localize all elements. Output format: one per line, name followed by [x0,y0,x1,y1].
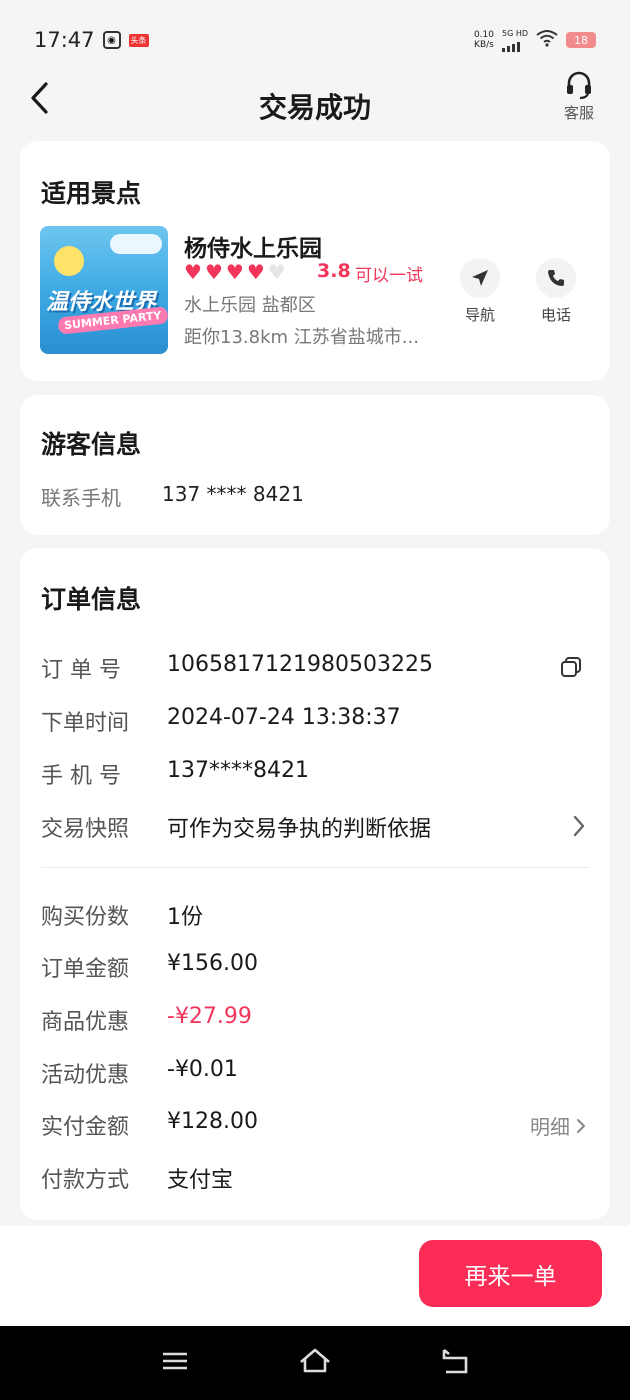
order-no-label: 订 单 号 [41,658,121,683]
message-app-icon: ◉ [102,31,121,49]
pay-method-label: 付款方式 [41,1168,130,1193]
paid-value: ¥128.00 [167,1109,258,1134]
net-speed: 0.10 KB/s [473,30,494,50]
heart-icon: ♥ [204,260,223,284]
order-card: 订单信息 订 单 号 1065817121980503225 下单时间 2024… [20,548,610,1220]
system-nav-bar [0,1326,630,1400]
customer-service-button[interactable]: 客服 [558,70,600,123]
order-no-value: 1065817121980503225 [167,652,433,677]
order-section-title: 订单信息 [41,585,142,614]
toutiao-app-icon: 头条 [128,33,149,47]
call-button[interactable]: 电话 [531,258,581,325]
rating-hearts: ♥ ♥ ♥ ♥ ♥ [184,260,286,284]
order-phone-value: 137****8421 [167,758,309,783]
menu-icon[interactable] [160,1346,190,1380]
scenic-card: 适用景点 温侍水世界 SUMMER PARTY 杨侍水上乐园 ♥ ♥ ♥ ♥ ♥… [20,141,610,381]
battery-icon: 18 [566,32,596,48]
guest-phone-label: 联系手机 [41,486,121,510]
wifi-icon [536,29,558,51]
nav-header: 交易成功 客服 [0,64,630,144]
goods-discount-label: 商品优惠 [41,1010,130,1035]
order-time-value: 2024-07-24 13:38:37 [167,705,401,730]
scenic-distance-address: 距你13.8km 江苏省盐城市... [184,327,419,348]
pay-method-value: 支付宝 [167,1168,234,1193]
chevron-right-icon[interactable] [572,814,586,842]
status-time: 17:47 [34,28,95,52]
back-nav-icon[interactable] [440,1346,470,1380]
chevron-right-icon [577,1118,586,1133]
bottom-action-bar: 再来一单 [0,1226,630,1326]
heart-empty-icon: ♥ [267,260,286,284]
home-icon[interactable] [298,1346,332,1380]
guest-phone-value: 137 **** 8421 [162,482,304,506]
heart-icon: ♥ [246,260,265,284]
scenic-section-title: 适用景点 [41,179,142,208]
signal-icon: 5G HD [501,29,528,52]
rating-score: 3.8 [317,260,351,282]
phone-icon [548,270,564,286]
amount-label: 订单金额 [41,957,130,982]
guest-section-title: 游客信息 [41,430,142,459]
divider [41,867,590,868]
navigation-arrow-icon [472,270,488,286]
rating-text: 可以一试 [355,266,423,286]
snapshot-value[interactable]: 可作为交易争执的判断依据 [167,811,431,843]
order-time-label: 下单时间 [41,711,130,736]
heart-icon: ♥ [225,260,244,284]
copy-icon[interactable] [560,656,582,682]
heart-icon: ♥ [184,260,202,284]
qty-value: 1份 [167,905,203,930]
scenic-name[interactable]: 杨侍水上乐园 [184,229,322,263]
paid-label: 实付金额 [41,1115,130,1140]
goods-discount-value: -¥27.99 [167,1004,252,1029]
qty-label: 购买份数 [41,905,130,930]
scenic-thumbnail[interactable]: 温侍水世界 SUMMER PARTY [40,226,168,354]
snapshot-label: 交易快照 [41,817,130,842]
navigate-button[interactable]: 导航 [455,258,505,325]
scenic-type-area: 水上乐园 盐都区 [184,295,316,316]
order-again-button[interactable]: 再来一单 [419,1240,602,1307]
price-detail-link[interactable]: 明细 [530,1111,586,1140]
headset-icon [567,71,591,100]
guest-card: 游客信息 联系手机 137 **** 8421 [20,395,610,535]
page-title: 交易成功 [258,91,371,124]
activity-discount-value: -¥0.01 [167,1057,238,1082]
activity-discount-label: 活动优惠 [41,1063,130,1088]
amount-value: ¥156.00 [167,951,258,976]
order-phone-label: 手 机 号 [41,764,121,789]
